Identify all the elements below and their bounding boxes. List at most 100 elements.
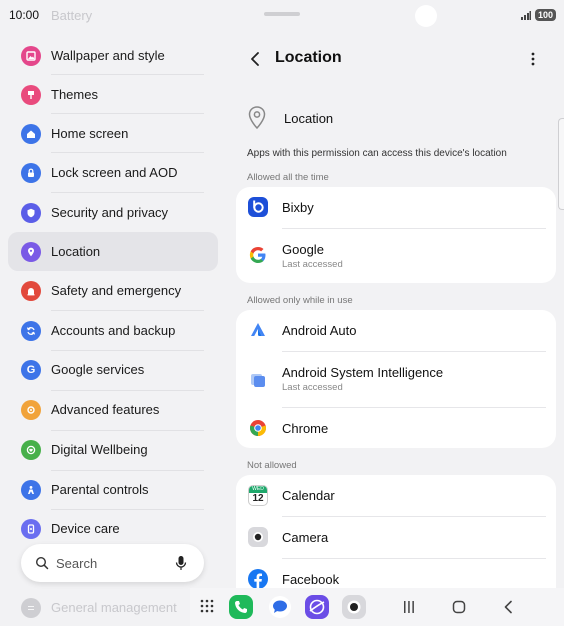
menu-item-label: Device care [51, 521, 120, 536]
camera-icon [248, 527, 268, 547]
menu-item-accounts[interactable]: Accounts and backup [8, 311, 218, 350]
microphone-icon[interactable] [174, 555, 188, 571]
menu-item-label: Accounts and backup [51, 323, 176, 338]
scroll-handle[interactable] [558, 118, 564, 210]
location-row-label: Location [284, 110, 334, 126]
back-button[interactable] [244, 48, 266, 70]
app-name: Google [282, 242, 324, 257]
calendar-day-label: WED [249, 485, 267, 493]
menu-item-home-screen[interactable]: Home screen [8, 114, 218, 153]
permission-info-text: Apps with this permission can access thi… [247, 148, 507, 159]
allowed-all-time-card: Bixby Google Last accessed [236, 187, 556, 283]
lock-icon [21, 162, 41, 183]
app-subtitle: Last accessed [282, 259, 343, 270]
app-name: Android System Intelligence [282, 365, 444, 380]
app-name: Calendar [282, 488, 335, 503]
home-button-icon[interactable] [452, 600, 466, 614]
menu-item-advanced-features[interactable]: Advanced features [8, 390, 218, 429]
menu-item-location[interactable]: Location [8, 232, 218, 271]
app-drawer-icon[interactable] [200, 599, 214, 613]
camera-app-icon[interactable] [342, 595, 366, 619]
menu-item-parental-controls[interactable]: Parental controls [8, 470, 218, 509]
general-management-icon [21, 597, 41, 618]
back-nav-icon[interactable] [503, 600, 513, 614]
menu-item-label: Location [51, 244, 101, 259]
menu-item-label: Home screen [51, 126, 129, 141]
bixby-icon [248, 197, 268, 217]
menu-item-label: Parental controls [51, 482, 149, 497]
app-name: Bixby [282, 200, 314, 215]
search-icon [35, 556, 49, 570]
menu-item-google-services[interactable]: G Google services [8, 350, 218, 389]
themes-icon [21, 84, 41, 105]
recent-apps-icon[interactable] [402, 600, 416, 614]
location-pin-icon [21, 241, 41, 262]
wallpaper-icon [21, 45, 41, 66]
section-header: Allowed all the time [247, 172, 329, 183]
menu-item-label: Digital Wellbeing [51, 442, 148, 457]
app-name: Chrome [282, 421, 329, 436]
menu-item-security[interactable]: Security and privacy [8, 193, 218, 232]
menu-item-label: Google services [51, 362, 145, 377]
home-icon [21, 123, 41, 144]
menu-item-label: General management [51, 600, 177, 615]
menu-item-label: Wallpaper and style [51, 48, 165, 63]
device-care-icon [21, 518, 41, 539]
allowed-while-in-use-card: Android Auto Android System Intelligence… [236, 310, 556, 448]
google-g-icon: G [21, 359, 41, 380]
app-name: Camera [282, 530, 329, 545]
menu-item-label: Safety and emergency [51, 283, 182, 298]
location-outline-icon [248, 106, 266, 130]
menu-item-wallpaper[interactable]: Wallpaper and style [8, 36, 218, 75]
parental-icon [21, 479, 41, 500]
taskbar [190, 588, 564, 626]
search-bar[interactable]: Search [21, 544, 204, 582]
section-header: Allowed only while in use [247, 295, 353, 306]
calendar-icon: WED 12 [248, 484, 268, 506]
google-icon [248, 245, 268, 265]
menu-item-label: Themes [51, 87, 98, 102]
menu-item-device-care[interactable]: Device care [8, 509, 218, 548]
menu-item-general-management[interactable]: General management [8, 588, 218, 626]
menu-item-battery[interactable]: Battery [8, 0, 218, 35]
page-title: Location [275, 49, 342, 66]
android-system-intelligence-icon [248, 369, 268, 389]
menu-item-label: Lock screen and AOD [51, 165, 178, 180]
safety-icon [21, 280, 41, 301]
messages-app-icon[interactable] [269, 596, 291, 618]
app-row-chrome[interactable]: Chrome [236, 408, 556, 448]
menu-item-safety[interactable]: Safety and emergency [8, 271, 218, 310]
menu-item-themes[interactable]: Themes [8, 75, 218, 114]
phone-app-icon[interactable] [229, 595, 253, 619]
app-name: Facebook [282, 572, 340, 587]
section-header: Not allowed [247, 460, 297, 471]
location-toggle-row[interactable]: Location [246, 105, 333, 131]
app-row-calendar[interactable]: WED 12 Calendar [236, 475, 556, 516]
app-row-android-system-intelligence[interactable]: Android System Intelligence Last accesse… [236, 352, 556, 406]
chrome-icon [248, 418, 268, 438]
calendar-date-label: 12 [252, 492, 264, 504]
chevron-left-icon [251, 52, 259, 66]
internet-app-icon[interactable] [305, 595, 329, 619]
sync-icon [21, 320, 41, 341]
app-name: Android Auto [282, 323, 357, 338]
app-row-camera[interactable]: Camera [236, 517, 556, 558]
menu-item-label: Security and privacy [51, 205, 169, 220]
shield-icon [21, 202, 41, 223]
menu-item-label: Battery [51, 8, 93, 23]
app-subtitle: Last accessed [282, 382, 343, 393]
wellbeing-icon [21, 439, 41, 460]
menu-item-digital-wellbeing[interactable]: Digital Wellbeing [8, 430, 218, 469]
search-label: Search [56, 555, 98, 571]
menu-item-lock-screen[interactable]: Lock screen and AOD [8, 153, 218, 192]
app-row-bixby[interactable]: Bixby [236, 187, 556, 227]
app-row-google[interactable]: Google Last accessed [236, 229, 556, 281]
location-pane: Location Location Apps with this permiss… [230, 0, 564, 626]
settings-menu: Battery Wallpaper and style Themes Home … [0, 0, 228, 626]
android-auto-icon [248, 320, 268, 340]
app-row-android-auto[interactable]: Android Auto [236, 310, 556, 350]
facebook-icon [248, 569, 268, 589]
more-options-button[interactable] [526, 48, 540, 70]
gear-plus-icon [21, 399, 41, 420]
menu-item-label: Advanced features [51, 402, 160, 417]
